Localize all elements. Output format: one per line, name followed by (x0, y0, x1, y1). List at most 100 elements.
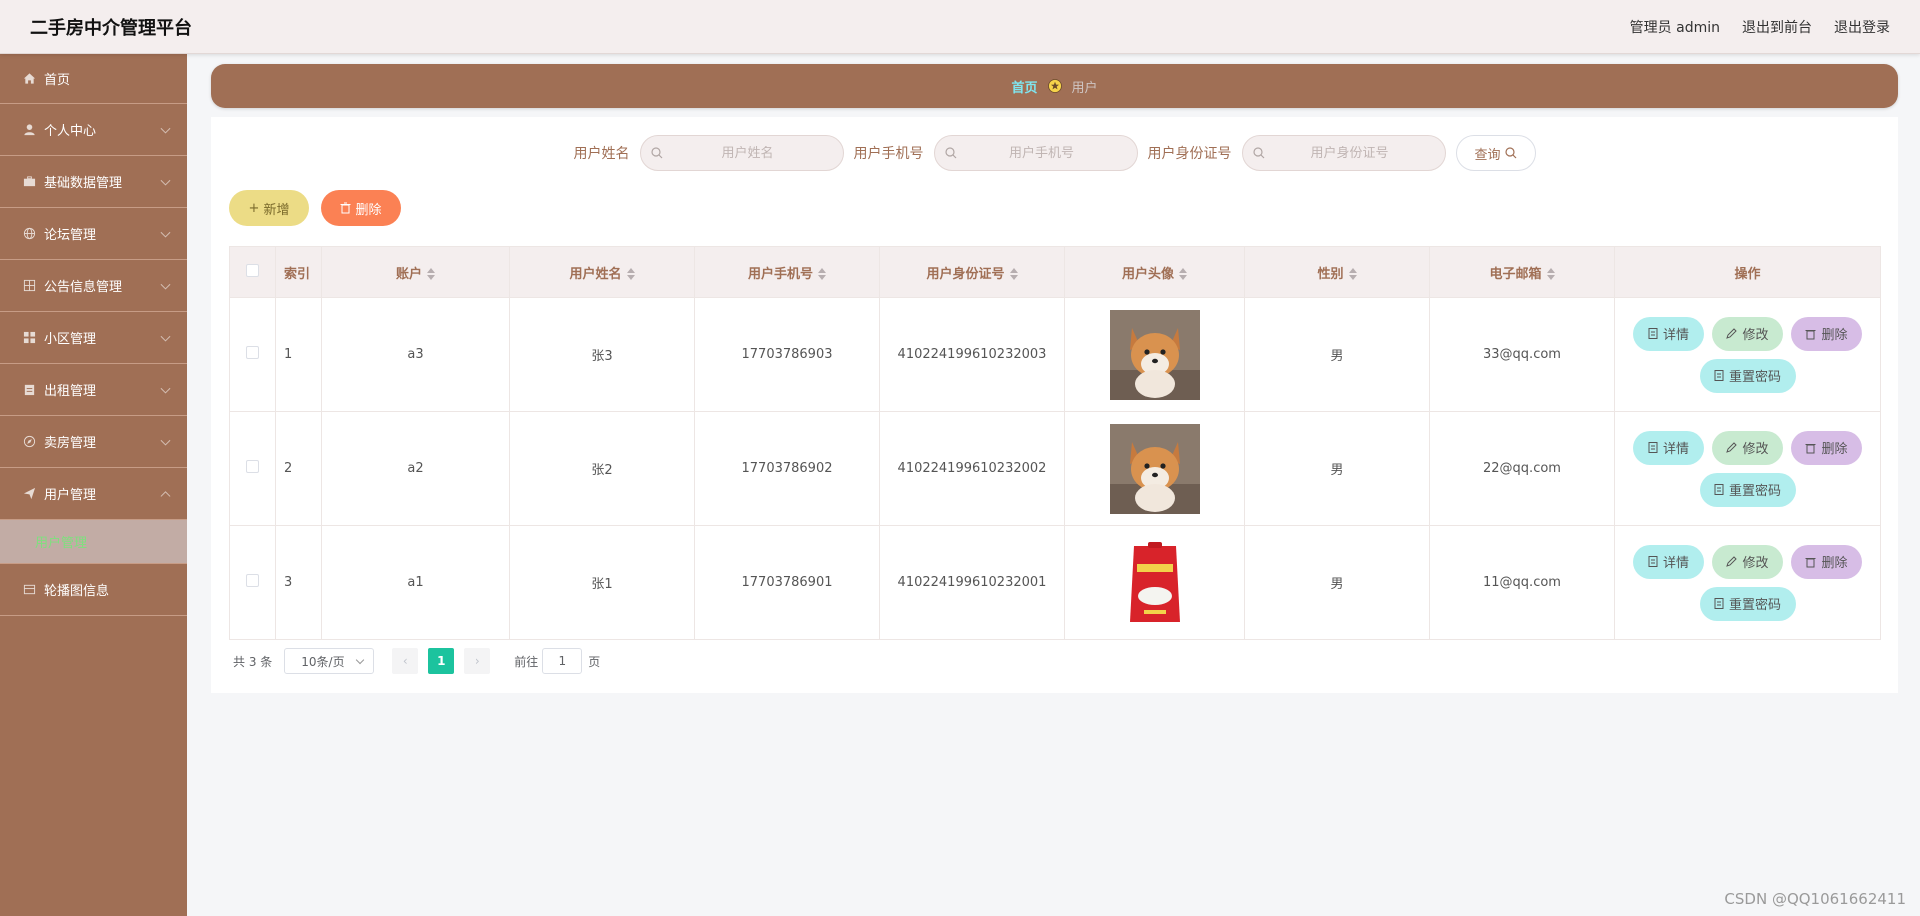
select-all-checkbox[interactable] (246, 263, 259, 277)
col-gender[interactable]: 性别 (1244, 246, 1430, 298)
trash-icon (1805, 443, 1816, 453)
sidebar-item-community[interactable]: 小区管理 (0, 312, 187, 364)
sort-icon[interactable] (626, 268, 635, 280)
col-idcard-label: 用户身份证号 (926, 266, 1005, 282)
cell-email: 33@qq.com (1429, 297, 1615, 412)
idcard-search-input[interactable] (1274, 145, 1425, 161)
cell-avatar (1064, 525, 1245, 640)
col-name[interactable]: 用户姓名 (509, 246, 695, 298)
sidebar-item-label: 用户管理 (44, 488, 97, 503)
detail-button[interactable]: 详情 (1633, 316, 1704, 351)
search-form: 用户姓名 用户手机号 用户身份证号 查询 (211, 135, 1898, 171)
edit-label: 修改 (1742, 328, 1769, 343)
cell-name: 张2 (509, 411, 695, 526)
cell-phone: 17703786902 (694, 411, 880, 526)
sidebar-item-sale[interactable]: 卖房管理 (0, 416, 187, 468)
search-icon (1252, 147, 1264, 159)
star-icon (1047, 79, 1062, 93)
cell-ops: 详情 修改 删除 重置密码 (1614, 411, 1881, 526)
col-email-label: 电子邮箱 (1489, 266, 1542, 282)
breadcrumb-current: 用户 (1071, 80, 1098, 96)
sort-icon[interactable] (1179, 268, 1187, 280)
edit-label: 修改 (1742, 556, 1769, 571)
reset-password-button[interactable]: 重置密码 (1699, 586, 1796, 621)
sidebar-item-forum[interactable]: 论坛管理 (0, 208, 187, 260)
sidebar-item-rental[interactable]: 出租管理 (0, 364, 187, 416)
col-avatar[interactable]: 用户头像 (1064, 246, 1245, 298)
rice-bag-avatar-image[interactable] (1109, 537, 1200, 628)
chevron-right-icon: › (474, 654, 480, 668)
col-account[interactable]: 账户 (321, 246, 510, 298)
sidebar: 首页 个人中心 基础数据管理 论坛管理 公告信息管理 小区管理 出租管理 卖房管… (0, 54, 187, 916)
sort-icon[interactable] (1348, 268, 1357, 280)
cell-avatar (1064, 411, 1245, 526)
sort-icon[interactable] (1546, 268, 1555, 280)
search-icon (944, 147, 956, 159)
watermark: CSDN @QQ1061662411 (1724, 890, 1906, 908)
sidebar-item-label: 卖房管理 (44, 436, 97, 451)
detail-button[interactable]: 详情 (1633, 544, 1704, 579)
next-page-button[interactable]: › (464, 648, 491, 674)
goto-label: 前往 (514, 654, 539, 669)
name-search-field[interactable] (639, 135, 844, 171)
dog-avatar-image[interactable] (1109, 423, 1200, 514)
sort-icon[interactable] (427, 268, 435, 280)
page-number-current[interactable]: 1 (428, 648, 455, 674)
edit-button[interactable]: 修改 (1712, 544, 1783, 579)
cell-email: 22@qq.com (1429, 411, 1615, 526)
row-checkbox[interactable] (246, 574, 259, 587)
reset-password-button[interactable]: 重置密码 (1699, 358, 1796, 393)
edit-button[interactable]: 修改 (1712, 316, 1783, 351)
sidebar-item-user-management[interactable]: 用户管理 (0, 468, 187, 520)
col-phone[interactable]: 用户手机号 (694, 246, 880, 298)
col-avatar-label: 用户头像 (1121, 266, 1174, 282)
add-button[interactable]: + 新增 (229, 190, 309, 226)
chevron-down-icon (356, 655, 365, 665)
admin-label[interactable]: 管理员 admin (1630, 17, 1720, 37)
cell-gender: 男 (1244, 525, 1430, 640)
name-search-input[interactable] (672, 145, 823, 161)
col-idcard[interactable]: 用户身份证号 (879, 246, 1065, 298)
edit-button[interactable]: 修改 (1712, 430, 1783, 465)
col-email[interactable]: 电子邮箱 (1429, 246, 1615, 298)
idcard-search-field[interactable] (1241, 135, 1446, 171)
chevron-down-icon (160, 123, 171, 134)
sidebar-item-basic-data[interactable]: 基础数据管理 (0, 156, 187, 208)
col-name-label: 用户姓名 (569, 266, 622, 282)
sort-icon[interactable] (1009, 268, 1018, 280)
breadcrumb-home[interactable]: 首页 (1011, 77, 1037, 96)
phone-search-input[interactable] (966, 145, 1117, 161)
sidebar-item-announcement[interactable]: 公告信息管理 (0, 260, 187, 312)
pencil-icon (1726, 556, 1738, 567)
batch-delete-button[interactable]: 删除 (321, 190, 401, 226)
logout-link[interactable]: 退出登录 (1834, 17, 1890, 37)
prev-page-button[interactable]: ‹ (392, 648, 419, 674)
sidebar-item-home[interactable]: 首页 (0, 54, 187, 104)
sidebar-subitem-user-management[interactable]: 用户管理 (0, 520, 187, 564)
trash-icon (1805, 557, 1816, 567)
reset-password-button[interactable]: 重置密码 (1699, 472, 1796, 507)
row-checkbox[interactable] (246, 346, 259, 359)
chevron-down-icon (160, 279, 171, 290)
sort-icon[interactable] (818, 268, 826, 280)
detail-button[interactable]: 详情 (1633, 430, 1704, 465)
sidebar-item-personal-center[interactable]: 个人中心 (0, 104, 187, 156)
goto-page-input[interactable] (542, 648, 583, 674)
delete-button[interactable]: 删除 (1791, 316, 1862, 351)
cell-idcard: 410224199610232002 (879, 411, 1065, 526)
cell-account: a1 (321, 525, 510, 640)
row-checkbox[interactable] (246, 460, 259, 473)
col-account-label: 账户 (395, 266, 422, 282)
content-panel: 用户姓名 用户手机号 用户身份证号 查询 + 新增 删除 (211, 117, 1898, 693)
cell-avatar (1064, 297, 1245, 412)
back-to-front-link[interactable]: 退出到前台 (1742, 17, 1812, 37)
delete-button[interactable]: 删除 (1791, 544, 1862, 579)
dog-avatar-image[interactable] (1109, 309, 1200, 400)
phone-search-field[interactable] (933, 135, 1138, 171)
home-icon (22, 72, 36, 86)
query-button[interactable]: 查询 (1455, 135, 1536, 171)
sidebar-item-carousel[interactable]: 轮播图信息 (0, 564, 187, 616)
page-size-select[interactable]: 10条/页 (284, 648, 375, 674)
delete-button[interactable]: 删除 (1791, 430, 1862, 465)
top-bar: 二手房中介管理平台 管理员 admin 退出到前台 退出登录 (0, 0, 1920, 54)
